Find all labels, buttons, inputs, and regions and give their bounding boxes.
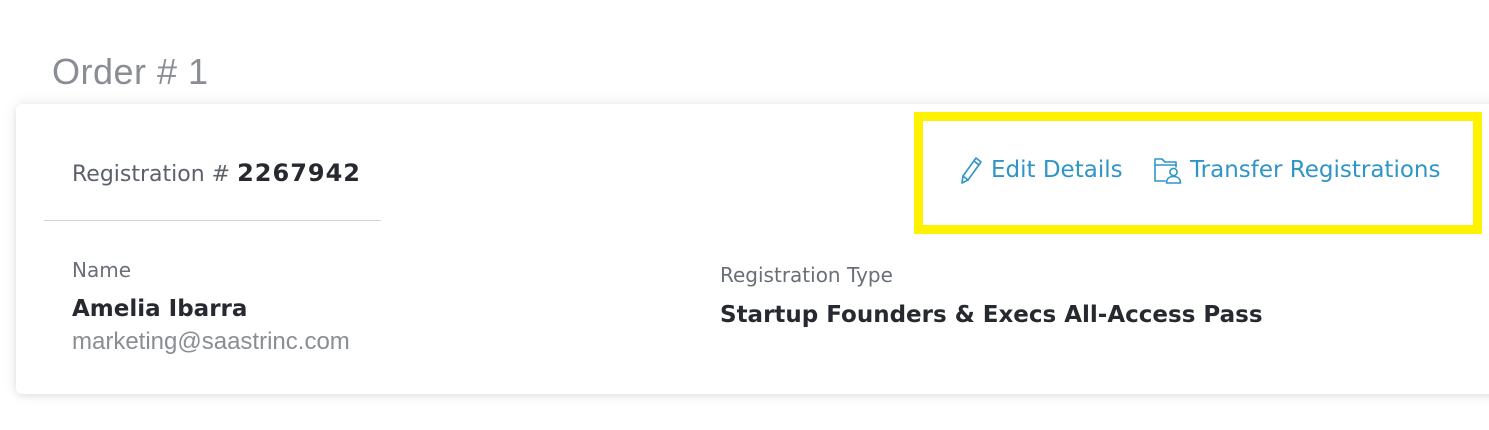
registration-number-row: Registration # 2267942 (72, 156, 361, 192)
registration-number-label: Registration # (72, 162, 231, 187)
registration-type-label: Registration Type (720, 263, 893, 287)
edit-details-button[interactable]: Edit Details (959, 153, 1123, 187)
attendee-email: marketing@saastrinc.com (72, 328, 350, 355)
divider (44, 220, 381, 221)
name-label: Name (72, 258, 132, 282)
registration-type-value: Startup Founders & Execs All-Access Pass (720, 302, 1263, 328)
edit-details-label: Edit Details (991, 157, 1123, 183)
transfer-registrations-button[interactable]: Transfer Registrations (1152, 153, 1440, 187)
attendee-name: Amelia Ibarra (72, 296, 248, 322)
transfer-registrations-label: Transfer Registrations (1190, 157, 1441, 183)
folder-user-icon (1152, 154, 1184, 186)
order-title: Order # 1 (52, 51, 209, 92)
pencil-icon (959, 155, 985, 185)
registration-number: 2267942 (237, 159, 361, 187)
page: Order # 1 Registration # 2267942 Edit De… (0, 0, 1489, 430)
